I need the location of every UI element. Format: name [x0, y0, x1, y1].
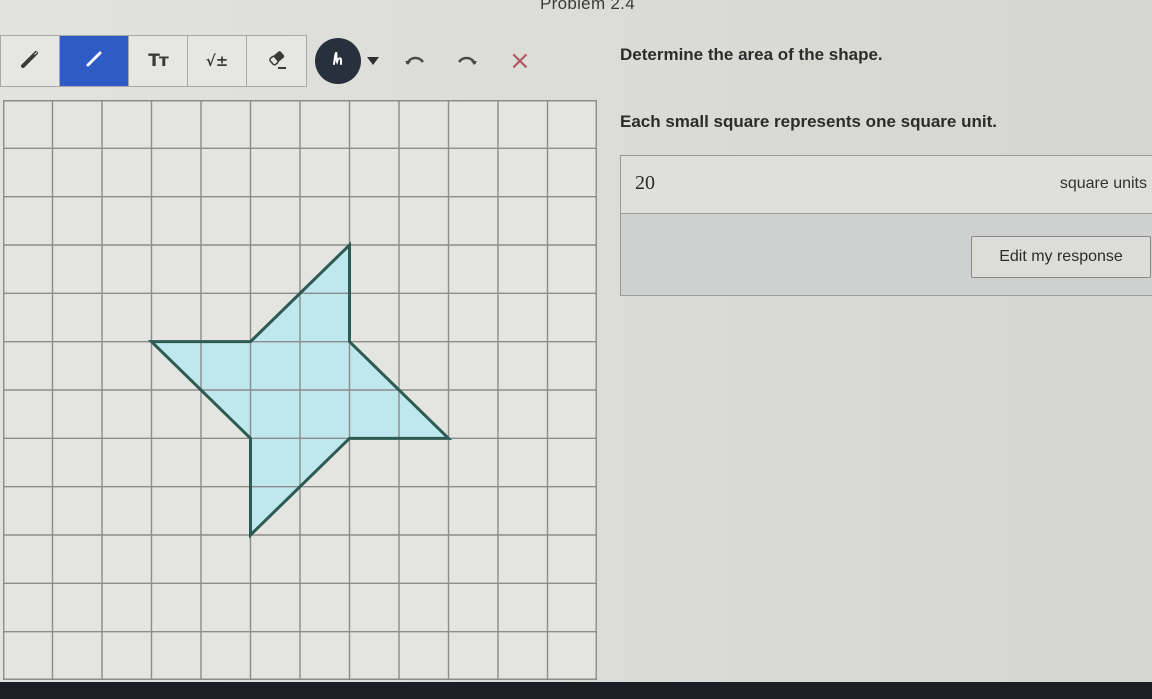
- math-sqrt-icon: √±: [205, 52, 229, 70]
- color-dropdown-caret-icon[interactable]: [367, 57, 379, 65]
- eraser-tool-button[interactable]: [247, 36, 306, 86]
- text-tool-button[interactable]: Tт: [129, 36, 188, 86]
- response-actions: Edit my response: [620, 213, 1152, 296]
- answer-field[interactable]: 20 square units: [620, 155, 1152, 213]
- tool-group: Tт √±: [0, 35, 307, 87]
- undo-button[interactable]: [401, 47, 429, 75]
- undo-icon: [403, 51, 427, 72]
- problem-title: Problem 2.4: [540, 0, 635, 13]
- answer-value: 20: [635, 172, 655, 194]
- screen-bezel: [0, 682, 1152, 699]
- pencil-icon: [19, 48, 41, 75]
- pen-color-button[interactable]: [315, 38, 361, 84]
- close-icon: ×: [509, 46, 531, 76]
- grid-svg[interactable]: [3, 100, 597, 680]
- eraser-icon: [265, 47, 289, 76]
- clear-drawing-button[interactable]: ×: [509, 48, 531, 74]
- math-tool-button[interactable]: √±: [188, 36, 247, 86]
- drawing-toolbar: Tт √± ×: [0, 35, 531, 87]
- pencil-tool-button[interactable]: [1, 36, 60, 86]
- grid-canvas[interactable]: [3, 100, 597, 680]
- text-size-icon: Tт: [148, 51, 168, 71]
- question-prompt: Determine the area of the shape.: [620, 45, 883, 64]
- answer-unit-label: square units: [1059, 175, 1147, 192]
- line-segment-icon: [83, 48, 105, 75]
- line-tool-button[interactable]: [60, 36, 129, 86]
- redo-icon: [455, 51, 479, 72]
- question-instruction: Each small square represents one square …: [620, 112, 997, 131]
- redo-button[interactable]: [453, 47, 481, 75]
- edit-response-button[interactable]: Edit my response: [971, 236, 1151, 278]
- scribble-icon: [327, 48, 349, 75]
